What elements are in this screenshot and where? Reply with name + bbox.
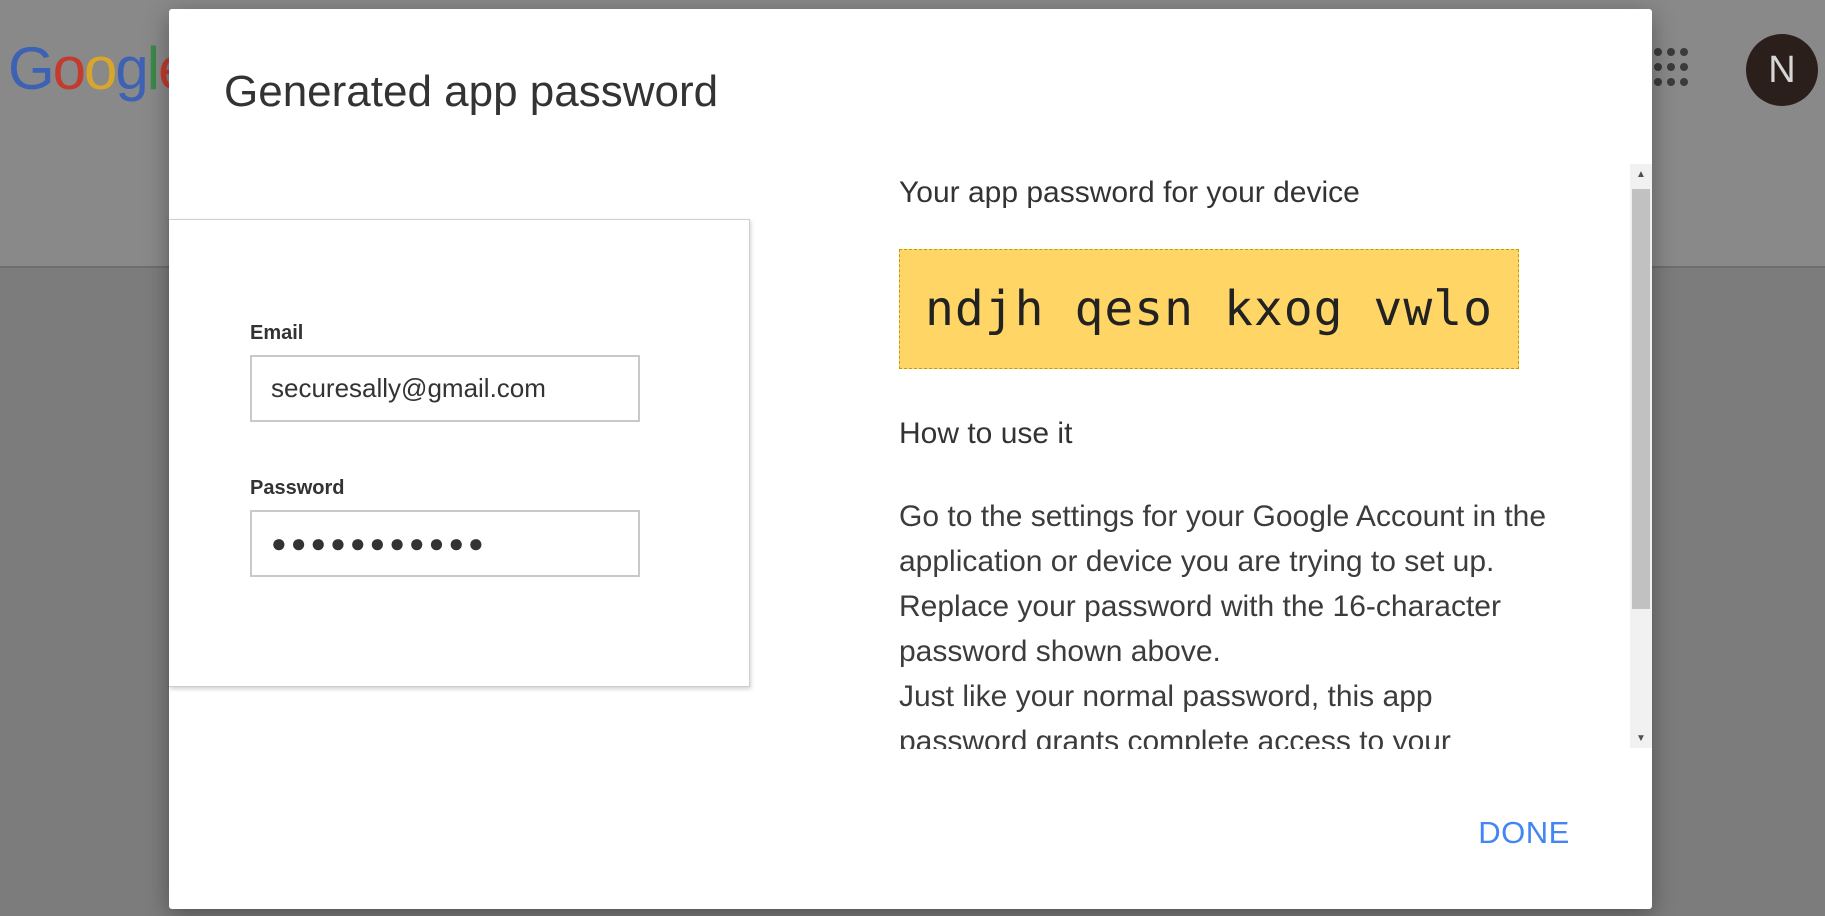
instruction-paragraph: Go to the settings for your Google Accou… [899,500,1547,668]
email-field-illustration: securesally@gmail.com [250,355,640,422]
how-to-heading: How to use it [899,417,1073,450]
sign-in-illustration: Email securesally@gmail.com Password ●●●… [169,219,750,687]
logo-letter: G [8,35,55,102]
google-logo: Google [8,34,192,103]
instructions-text: Go to the settings for your Google Accou… [899,494,1559,749]
scroll-down-icon[interactable]: ▼ [1630,728,1652,748]
instructions-scroll-area[interactable]: Your app password for your device ndjh q… [899,164,1634,749]
logo-letter: o [52,35,86,102]
password-dots: ●●●●●●●●●●● [271,528,488,558]
done-button[interactable]: DONE [1469,809,1579,857]
email-label: Email [250,322,304,344]
app-password-value[interactable]: ndjh qesn kxog vwlo [925,281,1493,337]
app-password-box[interactable]: ndjh qesn kxog vwlo [899,249,1519,369]
app-password-dialog: Generated app password Email securesally… [169,9,1652,909]
scrollbar-thumb[interactable] [1632,189,1650,609]
scrollbar[interactable]: ▲ ▼ [1630,164,1652,748]
dialog-title: Generated app password [224,67,719,116]
password-field-illustration: ●●●●●●●●●●● [250,510,640,577]
scroll-up-icon[interactable]: ▲ [1630,164,1652,184]
logo-letter: l [146,35,160,102]
apps-grid-icon[interactable] [1654,48,1694,88]
device-heading: Your app password for your device [899,176,1360,209]
email-value: securesally@gmail.com [271,373,546,403]
account-avatar[interactable]: N [1746,34,1818,106]
instruction-paragraph: Just like your normal password, this app… [899,680,1451,749]
password-label: Password [250,477,345,499]
logo-letter: g [115,35,148,102]
logo-letter: o [84,35,117,102]
